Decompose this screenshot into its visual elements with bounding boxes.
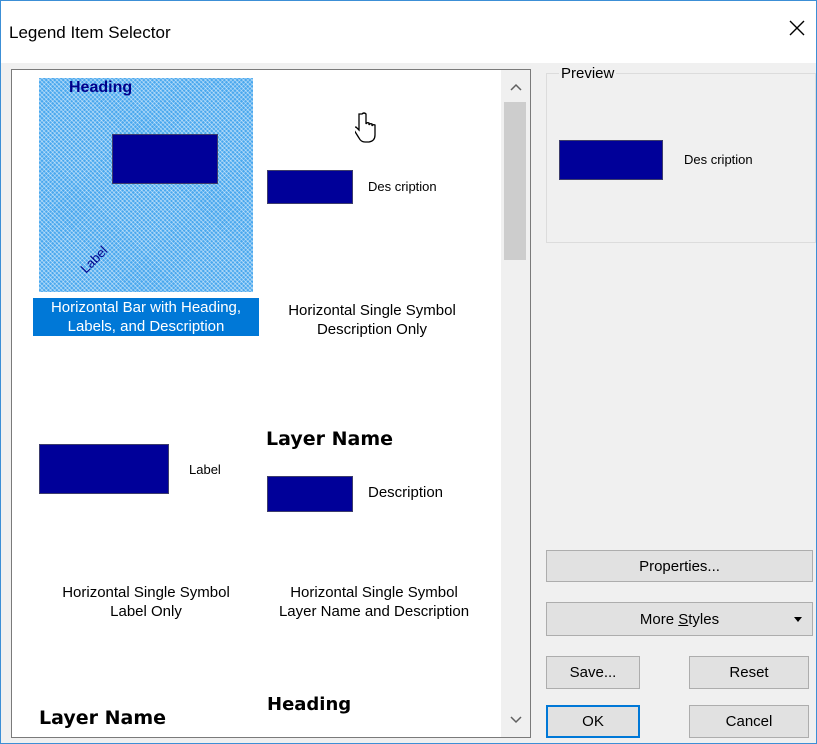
more-styles-dropdown[interactable]: More Styles	[546, 602, 813, 636]
sample-symbol-swatch	[112, 134, 218, 184]
item-caption: Horizontal Single Symbol Layer Name and …	[278, 584, 470, 620]
sample-description-text: Des cription	[368, 179, 437, 194]
save-button[interactable]: Save...	[546, 656, 640, 689]
gallery-item-single-symbol-description-only[interactable]: Des cription Horizontal Single Symbol De…	[262, 70, 500, 350]
dropdown-arrow-icon	[794, 617, 802, 622]
chevron-up-icon	[509, 83, 522, 91]
scroll-up-button[interactable]	[501, 74, 530, 100]
legend-item-selector-dialog: Legend Item Selector Heading Label Horiz…	[0, 0, 817, 744]
close-button[interactable]	[780, 11, 814, 45]
item-caption: Horizontal Single Symbol Label Only	[62, 584, 230, 620]
gallery-scrollbar[interactable]	[501, 70, 530, 737]
more-styles-label: More Styles	[639, 610, 720, 628]
chevron-down-icon	[509, 716, 522, 724]
title-bar: Legend Item Selector	[1, 1, 816, 63]
sample-symbol-swatch	[267, 170, 353, 204]
item-caption: Horizontal Single Symbol Description Onl…	[288, 302, 456, 338]
sample-label-text: Label	[189, 462, 221, 477]
gallery-item-horizontal-bar-heading-labels-description[interactable]: Heading Label Horizontal Bar with Headin…	[12, 70, 262, 350]
sample-heading-text: Heading	[267, 694, 352, 715]
sample-heading-text: Heading	[69, 79, 133, 96]
properties-button[interactable]: Properties...	[546, 550, 813, 582]
close-icon	[789, 20, 805, 36]
preview-description-text: Des cription	[684, 152, 753, 167]
ok-button[interactable]: OK	[546, 705, 640, 738]
gallery-item-layer-name[interactable]: Layer Name	[12, 680, 262, 737]
preview-symbol-swatch	[559, 140, 663, 180]
gallery-item-heading[interactable]: Heading	[262, 680, 500, 737]
sample-layer-name-text: Layer Name	[266, 428, 394, 450]
hand-pointer-icon	[355, 112, 376, 143]
sample-description-text: Description	[368, 484, 444, 501]
scroll-thumb[interactable]	[504, 102, 526, 260]
item-thumbnail	[39, 78, 253, 292]
sample-layer-name-text: Layer Name	[39, 707, 167, 729]
reset-button[interactable]: Reset	[689, 656, 809, 689]
item-caption: Horizontal Bar with Heading, Labels, and…	[33, 298, 259, 336]
window-title: Legend Item Selector	[9, 23, 171, 42]
preview-label: Preview	[559, 65, 617, 82]
gallery-item-single-symbol-label-only[interactable]: Label Horizontal Single Symbol Label Onl…	[12, 400, 262, 630]
gallery-item-single-symbol-layer-name-description[interactable]: Layer Name Description Horizontal Single…	[262, 400, 500, 630]
sample-symbol-swatch	[39, 444, 169, 494]
cancel-button[interactable]: Cancel	[689, 705, 809, 738]
style-gallery-list[interactable]: Heading Label Horizontal Bar with Headin…	[11, 69, 531, 738]
preview-group: Preview Des cription	[546, 65, 816, 243]
sample-symbol-swatch	[267, 476, 353, 512]
scroll-down-button[interactable]	[501, 707, 530, 733]
